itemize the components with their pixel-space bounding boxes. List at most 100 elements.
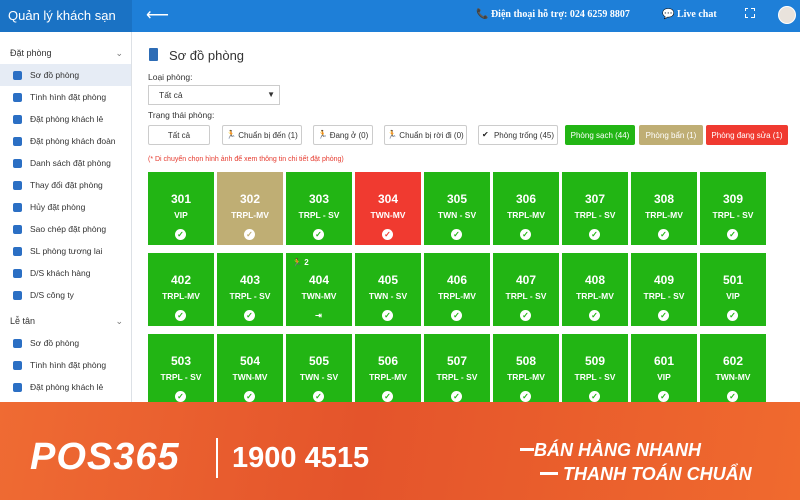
room-card[interactable]: 407 TRPL - SV ✓: [493, 253, 559, 326]
room-card[interactable]: 402 TRPL-MV ✓: [148, 253, 214, 326]
room-card[interactable]: 307 TRPL - SV ✓: [562, 172, 628, 245]
room-type: TRPL - SV: [436, 372, 478, 382]
sidebar-item[interactable]: Danh sách đặt phòng: [0, 152, 131, 174]
room-card[interactable]: 302 TRPL-MV ✓: [217, 172, 283, 245]
check-icon: ✓: [520, 229, 531, 240]
room-card[interactable]: 304 TWN-MV ✓: [355, 172, 421, 245]
room-card[interactable]: 309 TRPL - SV ✓: [700, 172, 766, 245]
filter-button[interactable]: ✔ Phòng trống (45): [478, 125, 558, 145]
room-card[interactable]: 503 TRPL - SV ✓: [148, 334, 214, 402]
room-card[interactable]: 305 TWN - SV ✓: [424, 172, 490, 245]
sidebar-item[interactable]: D/S công ty: [0, 284, 131, 306]
banner-slogan-1: BÁN HÀNG NHANH: [534, 440, 701, 460]
check-icon: ✓: [244, 391, 255, 402]
room-type-select[interactable]: Tất cả ▼: [148, 85, 280, 105]
room-card[interactable]: 404 TWN-MV 🏃 2 ⇥: [286, 253, 352, 326]
sidebar-item[interactable]: Hủy đặt phòng: [0, 196, 131, 218]
filter-label: Tất cả: [167, 130, 191, 140]
hint-text: (* Di chuyển chọn hình ảnh để xem thông …: [148, 156, 344, 163]
sidebar-item[interactable]: Đặt phòng khách lẻ: [0, 376, 131, 398]
room-card[interactable]: 406 TRPL-MV ✓: [424, 253, 490, 326]
filter-button[interactable]: 🏃 Chuẩn bị rời đi (0): [384, 125, 467, 145]
room-type: TRPL-MV: [369, 372, 407, 382]
sidebar-item[interactable]: D/S khách hàng: [0, 262, 131, 284]
chevron-down-icon: ⌄: [115, 316, 123, 326]
room-number: 501: [722, 273, 744, 287]
sidebar-item-label: D/S khách hàng: [30, 268, 91, 278]
room-number: 308: [653, 192, 675, 206]
room-card[interactable]: 504 TWN-MV ✓: [217, 334, 283, 402]
filter-button[interactable]: Phòng sạch (44): [565, 125, 635, 145]
room-card[interactable]: 408 TRPL-MV ✓: [562, 253, 628, 326]
room-type: TRPL - SV: [505, 291, 547, 301]
check-icon: ✓: [727, 391, 738, 402]
sidebar-item[interactable]: Sơ đồ phòng: [0, 332, 131, 354]
room-number: 407: [515, 273, 537, 287]
sidebar-item-label: Hủy đặt phòng: [30, 202, 86, 212]
sidebar-item[interactable]: Sơ đồ phòng: [0, 64, 131, 86]
status-icon: 🏃: [226, 130, 237, 139]
sidebar-item[interactable]: Tình hình đặt phòng: [0, 354, 131, 376]
filter-button[interactable]: 🏃 Đang ở (0): [313, 125, 373, 145]
sidebar-item[interactable]: Sao chép đặt phòng: [0, 218, 131, 240]
check-icon: ✓: [451, 391, 462, 402]
banner-divider: [216, 438, 218, 478]
sidebar-item[interactable]: Đặt phòng khách lẻ: [0, 108, 131, 130]
fullscreen-icon[interactable]: [744, 7, 756, 19]
filter-button[interactable]: 🏃 Chuẩn bị đến (1): [222, 125, 302, 145]
menu-item-icon: [13, 360, 22, 370]
sidebar-item[interactable]: SL phòng tương lai: [0, 240, 131, 262]
filter-label: Phòng sạch (44): [570, 130, 630, 140]
room-card[interactable]: 301 VIP ✓: [148, 172, 214, 245]
check-icon: ✓: [382, 229, 393, 240]
filter-button[interactable]: Phòng đang sửa (1): [706, 125, 788, 145]
sidebar-item-label: D/S công ty: [30, 290, 74, 300]
banner-stripe: [540, 472, 558, 475]
app-title[interactable]: Quản lý khách sạn: [0, 0, 132, 32]
check-icon: ✓: [244, 229, 255, 240]
room-card[interactable]: 405 TWN - SV ✓: [355, 253, 421, 326]
room-type: TRPL - SV: [160, 372, 202, 382]
room-card[interactable]: 403 TRPL - SV ✓: [217, 253, 283, 326]
room-card[interactable]: 409 TRPL - SV ✓: [631, 253, 697, 326]
filter-label: Chuẩn bị rời đi (0): [399, 130, 464, 140]
room-card[interactable]: 601 VIP ✓: [631, 334, 697, 402]
sidebar-item-label: Danh sách đặt phòng: [30, 158, 111, 168]
banner-slogan-2: THANH TOÁN CHUẨN: [563, 464, 752, 484]
room-card[interactable]: 306 TRPL-MV ✓: [493, 172, 559, 245]
sidebar-item-label: SL phòng tương lai: [30, 246, 103, 256]
check-icon: ✓: [658, 310, 669, 321]
sidebar-item[interactable]: Thay đổi đặt phòng: [0, 174, 131, 196]
room-card[interactable]: 506 TRPL-MV ✓: [355, 334, 421, 402]
filter-button[interactable]: Tất cả: [148, 125, 210, 145]
room-card[interactable]: 501 VIP ✓: [700, 253, 766, 326]
back-arrow-icon[interactable]: ⟵: [146, 6, 169, 26]
avatar[interactable]: [778, 6, 796, 24]
room-card[interactable]: 308 TRPL-MV ✓: [631, 172, 697, 245]
room-number: 304: [377, 192, 399, 206]
sidebar-item-label: Tình hình đặt phòng: [30, 92, 107, 102]
sidebar-section[interactable]: Đặt phòng ⌄: [0, 42, 131, 64]
room-card[interactable]: 505 TWN - SV ✓: [286, 334, 352, 402]
room-card[interactable]: 509 TRPL - SV ✓: [562, 334, 628, 402]
room-type: TRPL-MV: [507, 372, 545, 382]
filter-button[interactable]: Phòng bẩn (1): [639, 125, 703, 145]
room-type: TWN-MV: [715, 372, 751, 382]
menu-item-icon: [13, 246, 22, 256]
sidebar-item[interactable]: Tình hình đặt phòng: [0, 86, 131, 108]
room-number: 309: [722, 192, 744, 206]
check-icon: ✓: [520, 310, 531, 321]
support-hotline: 📞 Điện thoại hỗ trợ: 024 6259 8807: [476, 9, 630, 20]
room-type: VIP: [174, 210, 188, 220]
sidebar-section[interactable]: Lễ tân ⌄: [0, 310, 131, 332]
room-card[interactable]: 508 TRPL-MV ✓: [493, 334, 559, 402]
room-card[interactable]: 602 TWN-MV ✓: [700, 334, 766, 402]
menu-item-icon: [13, 158, 22, 168]
sidebar-item[interactable]: Đặt phòng khách đoàn: [0, 130, 131, 152]
room-card[interactable]: 303 TRPL - SV ✓: [286, 172, 352, 245]
room-number: 601: [653, 354, 675, 368]
room-card[interactable]: 507 TRPL - SV ✓: [424, 334, 490, 402]
live-chat-button[interactable]: 💬 Live chat: [662, 9, 717, 20]
check-icon: ✓: [175, 229, 186, 240]
room-number: 403: [239, 273, 261, 287]
